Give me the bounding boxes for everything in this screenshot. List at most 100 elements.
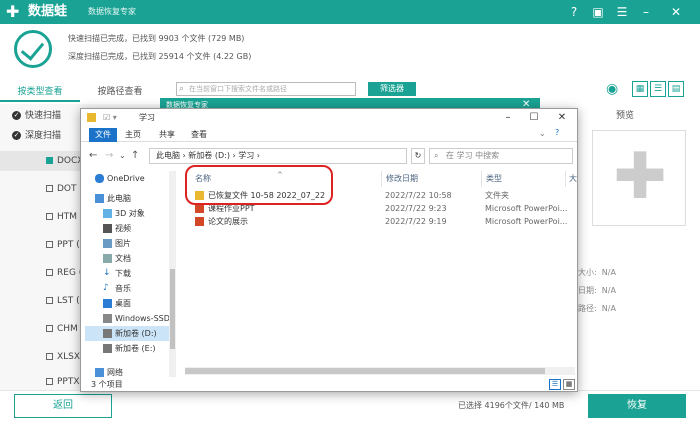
music-icon: ♪	[103, 283, 109, 293]
breadcrumb-drive-d[interactable]: 新加卷 (D:)	[188, 151, 230, 160]
explorer-window: ☑ ▾ 学习 – ☐ ✕ 文件 主页 共享 查看 ⌄ ? ← → ⌄ ↑ 此电脑…	[80, 108, 578, 392]
drive-icon	[103, 314, 112, 323]
video-icon	[103, 224, 112, 233]
scan-complete-check-icon	[14, 30, 52, 68]
maximize-icon[interactable]: ☐	[525, 109, 543, 127]
checkbox-icon[interactable]	[46, 213, 53, 220]
document-icon	[103, 254, 112, 263]
ribbon-tabs: 文件 主页 共享 查看 ⌄ ?	[81, 128, 577, 142]
nav-item-drive-d[interactable]: 新加卷 (D:)	[85, 326, 175, 341]
checkbox-icon[interactable]	[46, 185, 53, 192]
download-icon: ↓	[103, 268, 111, 278]
close-icon[interactable]: ✕	[553, 109, 571, 127]
checkbox-icon[interactable]	[46, 353, 53, 360]
list-view-icon[interactable]: ☰	[650, 81, 666, 97]
sidebar-item-label: 深度扫描	[25, 131, 62, 141]
tiles-view-icon[interactable]: ▦	[563, 379, 575, 390]
checkbox-icon[interactable]	[46, 269, 53, 276]
horizontal-scrollbar[interactable]	[185, 367, 575, 375]
details-view-icon[interactable]: ☰	[549, 379, 561, 390]
sidebar-item-label: 快速扫描	[25, 111, 62, 121]
nav-item-pictures[interactable]: 图片	[85, 236, 175, 251]
quick-scan-result: 快速扫描已完成，已找到 9903 个文件 (729 MB)	[68, 34, 245, 43]
expand-ribbon-icon[interactable]: ⌄	[539, 129, 546, 138]
computer-icon	[95, 194, 104, 203]
address-bar[interactable]: 此电脑 › 新加卷 (D:) › 学习 ›	[149, 148, 407, 164]
ribbon-tab-share[interactable]: 共享	[153, 128, 181, 142]
checkbox-icon[interactable]	[46, 325, 53, 332]
scrollbar-thumb[interactable]	[170, 269, 175, 349]
nav-item-windows-ssd[interactable]: Windows-SSD (	[85, 311, 175, 326]
drive-icon	[103, 329, 112, 338]
quick-access-toolbar-icon[interactable]: ☑ ▾	[103, 109, 117, 127]
save-icon[interactable]: ▣	[590, 4, 606, 20]
file-date: 2022/7/22 9:19	[385, 217, 447, 226]
explorer-status: 3 个项目	[91, 380, 123, 389]
recover-button[interactable]: 恢复	[588, 394, 686, 418]
back-button[interactable]: 返回	[14, 394, 112, 418]
explorer-titlebar: ☑ ▾ 学习 – ☐ ✕	[81, 109, 577, 127]
tab-by-path[interactable]: 按路径查看	[80, 82, 160, 102]
placeholder-logo-icon: ✚	[613, 140, 667, 214]
column-header-type[interactable]: 类型	[481, 171, 502, 187]
file-name: 课程作业PPT	[208, 204, 255, 213]
scrollbar-thumb[interactable]	[185, 368, 545, 374]
checkbox-icon[interactable]	[46, 378, 53, 385]
nav-item-music[interactable]: ♪ 音乐	[85, 281, 175, 296]
nav-item-this-pc[interactable]: 此电脑	[85, 191, 175, 206]
explorer-title: 学习	[139, 113, 155, 122]
column-header-size[interactable]: 大	[565, 171, 577, 187]
meta-size: 大小: N/A	[578, 268, 616, 277]
close-icon[interactable]: ✕	[668, 4, 684, 20]
ribbon-tab-file[interactable]: 文件	[89, 128, 117, 142]
minimize-icon[interactable]: –	[499, 109, 517, 127]
file-type: Microsoft PowerPoi...	[485, 217, 568, 226]
checkbox-icon[interactable]	[46, 297, 53, 304]
nav-item-videos[interactable]: 视频	[85, 221, 175, 236]
nav-item-documents[interactable]: 文档	[85, 251, 175, 266]
nav-item-3d-objects[interactable]: 3D 对象	[85, 206, 175, 221]
file-type: 文件夹	[485, 191, 509, 200]
check-icon: ✓	[12, 131, 21, 140]
refresh-icon[interactable]: ↻	[411, 148, 425, 164]
nav-item-network[interactable]: 网络	[85, 365, 175, 377]
ribbon-tab-view[interactable]: 查看	[185, 128, 213, 142]
grid-view-icon[interactable]: ▦	[632, 81, 648, 97]
view-tabs: 按类型查看 按路径查看	[0, 82, 160, 102]
menu-icon[interactable]: ☰	[614, 4, 630, 20]
checkbox-icon[interactable]	[46, 157, 53, 164]
eye-icon[interactable]: ◉	[606, 82, 618, 96]
up-arrow-icon[interactable]: ↑	[131, 150, 139, 162]
search-input[interactable]: 在当前窗口下搜索文件名或路径	[176, 82, 356, 96]
minimize-icon[interactable]: –	[638, 4, 654, 20]
breadcrumb-study[interactable]: 学习	[238, 151, 254, 160]
detail-view-icon[interactable]: ▤	[668, 81, 684, 97]
deep-scan-result: 深度扫描已完成，已找到 25914 个文件 (4.22 GB)	[68, 52, 252, 61]
file-date: 2022/7/22 9:23	[385, 204, 447, 213]
app-title: 数据蛙	[28, 4, 68, 19]
recent-dropdown-icon[interactable]: ⌄	[119, 150, 126, 162]
ribbon-tab-home[interactable]: 主页	[119, 128, 147, 142]
checkbox-icon[interactable]	[46, 241, 53, 248]
back-arrow-icon[interactable]: ←	[89, 150, 97, 162]
forward-arrow-icon[interactable]: →	[105, 150, 113, 162]
file-date: 2022/7/22 10:58	[385, 191, 452, 200]
filter-button[interactable]: 筛选器	[368, 82, 416, 96]
meta-date: 日期: N/A	[578, 286, 616, 295]
navigation-pane: OneDrive 此电脑 3D 对象 视频 图片 文档 ↓ 下载 ♪ 音乐 桌面 W…	[85, 171, 175, 377]
address-row: ← → ⌄ ↑ 此电脑 › 新加卷 (D:) › 学习 › ↻ 在 学习 中搜索	[81, 145, 577, 167]
nav-item-drive-e[interactable]: 新加卷 (E:)	[85, 341, 175, 356]
tab-by-type[interactable]: 按类型查看	[0, 82, 80, 102]
help-icon[interactable]: ?	[555, 128, 559, 137]
help-icon[interactable]: ?	[566, 4, 582, 20]
file-row-thesis[interactable]: 论文的展示 2022/7/22 9:19 Microsoft PowerPoi.…	[185, 215, 575, 228]
meta-path: 路径: N/A	[578, 304, 616, 313]
explorer-search-input[interactable]: 在 学习 中搜索	[429, 148, 573, 164]
nav-item-onedrive[interactable]: OneDrive	[85, 171, 175, 186]
nav-item-desktop[interactable]: 桌面	[85, 296, 175, 311]
breadcrumb-this-pc[interactable]: 此电脑	[156, 151, 180, 160]
column-header-modified[interactable]: 修改日期	[381, 171, 418, 187]
sidebar-item-label: REG (	[57, 268, 83, 278]
nav-item-downloads[interactable]: ↓ 下载	[85, 266, 175, 281]
nav-scrollbar[interactable]	[169, 171, 176, 377]
